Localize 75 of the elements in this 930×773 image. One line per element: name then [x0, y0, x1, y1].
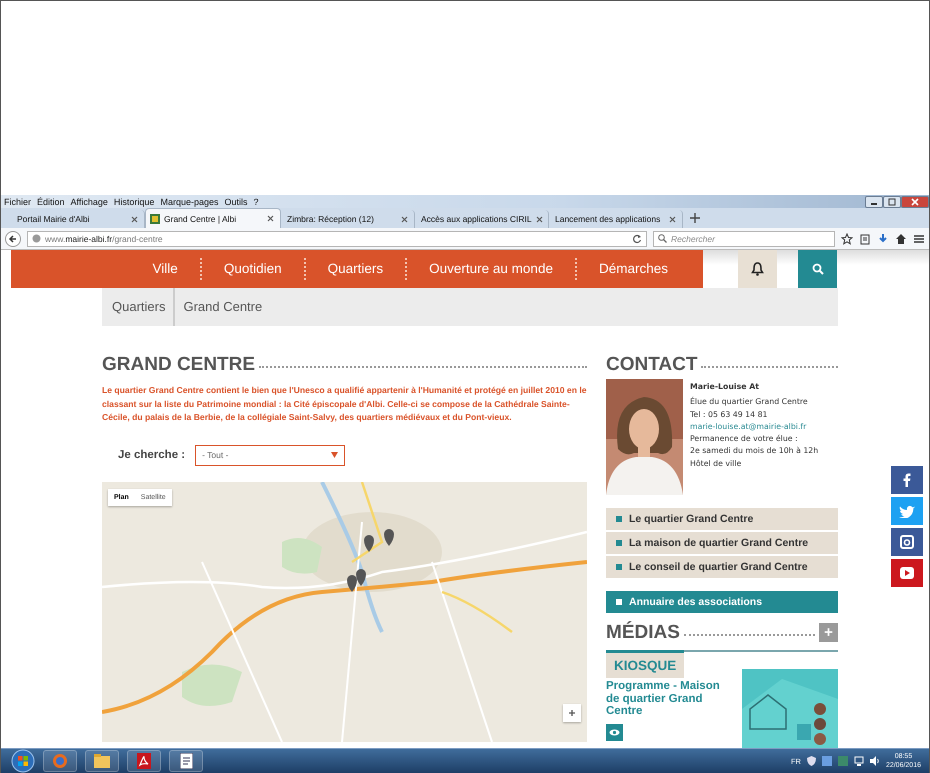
taskbar-button[interactable]	[169, 750, 203, 772]
sidebar-link[interactable]: Annuaire des associations	[606, 591, 838, 613]
sidebar-link[interactable]: Le conseil de quartier Grand Centre	[606, 556, 838, 578]
menu-icon	[913, 232, 925, 244]
twitter-button[interactable]	[891, 497, 923, 525]
close-icon[interactable]	[401, 216, 408, 222]
category-select[interactable]: - Tout -	[195, 444, 346, 466]
pdf-icon	[137, 753, 151, 769]
menu-item[interactable]: ?	[254, 196, 259, 206]
sidebar-link[interactable]: La maison de quartier Grand Centre	[606, 532, 838, 554]
breadcrumb-link[interactable]: Grand Centre	[175, 288, 270, 326]
nav-link[interactable]: Quotidien	[200, 258, 304, 280]
bird-icon	[899, 504, 915, 518]
site-icon	[150, 214, 160, 224]
nav-link[interactable]: Ouverture au monde	[405, 258, 575, 280]
maximize-icon	[888, 198, 896, 206]
media-title-link[interactable]: Programme - Maison de quartier Grand Centre	[606, 680, 721, 718]
facebook-button[interactable]	[891, 466, 923, 494]
nav-link[interactable]: Quartiers	[304, 258, 406, 280]
view-button[interactable]	[606, 724, 623, 740]
document-icon	[180, 753, 192, 769]
notification-button[interactable]	[738, 250, 777, 288]
eye-icon	[609, 728, 620, 736]
close-icon[interactable]	[669, 216, 676, 222]
back-icon	[5, 230, 21, 246]
browser-tab[interactable]: Grand Centre | Albi	[145, 208, 281, 228]
menu-item[interactable]: Fichier	[4, 196, 32, 206]
breadcrumb-link[interactable]: Quartiers	[102, 288, 176, 326]
menu-item[interactable]: Édition	[37, 196, 65, 206]
camera-icon	[900, 535, 914, 549]
search-icon	[812, 263, 824, 275]
bell-icon	[751, 262, 764, 276]
url-text: www.mairie-albi.fr/grand-centre	[45, 234, 163, 244]
maximize-button[interactable]	[883, 196, 901, 208]
menu-item[interactable]: Outils	[224, 196, 248, 206]
close-icon	[911, 198, 919, 206]
speaker-icon	[870, 756, 880, 766]
menu-item[interactable]: Marque-pages	[160, 196, 218, 206]
shield-icon	[806, 756, 816, 766]
section-title: GRAND CENTRE	[102, 354, 256, 376]
menu-item[interactable]: Affichage	[70, 196, 108, 206]
close-icon[interactable]	[267, 215, 274, 222]
download-icon	[877, 232, 889, 244]
search-button[interactable]	[798, 250, 837, 288]
new-tab-icon	[689, 212, 701, 224]
caret-icon	[331, 452, 338, 458]
network-icon	[854, 756, 864, 766]
section-title: CONTACT	[606, 354, 698, 376]
video-button[interactable]	[891, 559, 923, 587]
sidebar-link[interactable]: Le quartier Grand Centre	[606, 508, 838, 530]
menu-item[interactable]: Historique	[114, 196, 154, 206]
close-button[interactable]	[901, 196, 929, 208]
close-icon[interactable]	[131, 216, 138, 222]
folder-icon	[94, 754, 110, 768]
search-field[interactable]: Rechercher	[653, 230, 835, 246]
clipboard-icon	[859, 232, 871, 244]
taskbar-button[interactable]	[127, 750, 161, 772]
instagram-button[interactable]	[891, 528, 923, 556]
close-icon[interactable]	[536, 216, 543, 222]
nav-link[interactable]: Ville	[130, 258, 200, 280]
minimize-button[interactable]	[865, 196, 883, 208]
search-icon	[658, 234, 667, 243]
reload-icon	[632, 234, 642, 244]
facebook-icon	[903, 473, 911, 487]
browser-icon	[52, 753, 68, 769]
play-icon	[900, 567, 914, 579]
home-icon	[895, 232, 907, 244]
intro-text: Le quartier Grand Centre contient le bien que l'Unesco a qualifié appartenir à l'Humanité et protégé en juillet 2010 en le classant sur la liste du Patrimoine mondial : la Cité épiscopale d'Albi. Celle-ci se compose de la Cathédrale Sainte-Cécile, du palais de la Berbie, de la collégiale Saint-Salvy, des quartiers médiévaux et du Pont-vieux.	[102, 384, 587, 424]
start-button[interactable]	[11, 749, 35, 773]
nav-link[interactable]: Démarches	[574, 258, 690, 280]
filter-label: Je cherche :	[118, 449, 186, 461]
section-title: MÉDIAS	[606, 622, 680, 644]
star-icon	[841, 232, 853, 244]
zoom-in-button[interactable]: +	[563, 704, 581, 722]
address-field[interactable]: www.mairie-albi.fr/grand-centre	[27, 230, 647, 246]
